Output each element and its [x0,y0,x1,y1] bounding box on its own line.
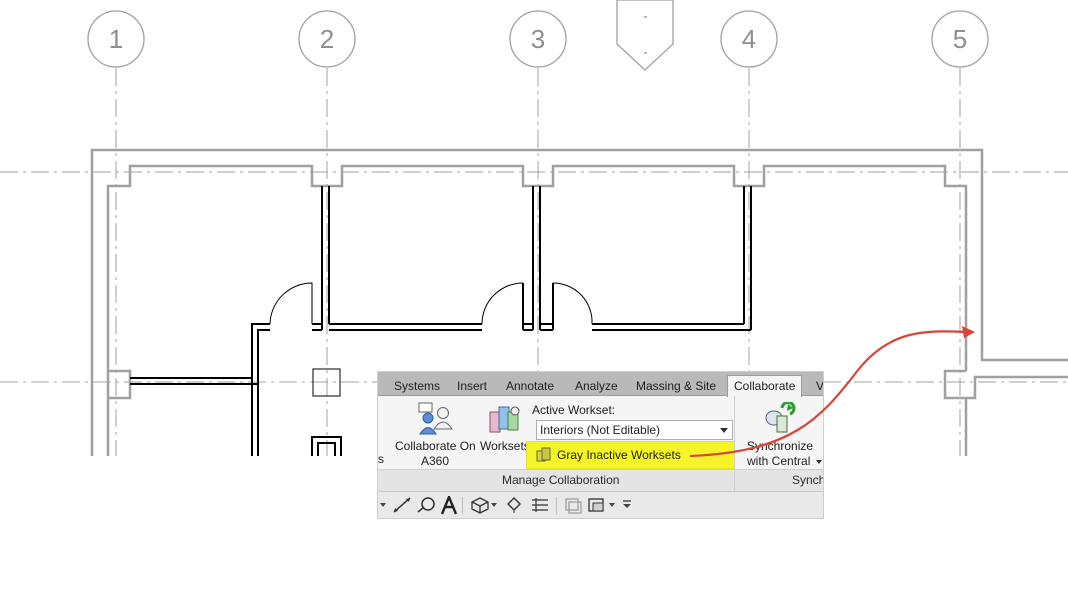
gray-inactive-worksets-label: Gray Inactive Worksets [557,448,681,462]
active-workset-value: Interiors (Not Editable) [540,423,661,437]
grid-label-1: 1 [109,24,123,54]
partial-button-label: s [378,452,384,466]
door-swings [269,282,593,325]
tab-annotate[interactable]: Annotate [505,377,555,395]
thin-lines-icon[interactable] [530,496,550,514]
synchronize-icon [765,402,796,433]
synchronize-label-line2: with Central [747,454,811,468]
tag-icon[interactable] [416,496,436,514]
close-hidden-icon[interactable] [563,496,583,514]
worksets-icon [489,406,520,433]
active-workset-dropdown[interactable]: Interiors (Not Editable) [536,420,733,440]
section-icon[interactable] [505,496,523,514]
collaborate-on-a360-button[interactable]: Collaborate On A360 [391,399,481,469]
worksets-label: Worksets [480,439,530,453]
switch-windows-icon[interactable] [587,496,607,514]
collaborate-on-a360-icon [418,402,453,435]
customize-qat-icon[interactable] [622,500,632,509]
worksets-button[interactable]: Worksets [479,399,531,469]
gray-inactive-worksets-icon [536,447,551,462]
text-icon[interactable] [440,496,458,516]
tab-insert[interactable]: Insert [456,377,488,395]
ribbon-tab-bar: Systems Insert Annotate Analyze Massing … [378,372,823,397]
tab-massing-site[interactable]: Massing & Site [635,377,717,395]
panel-title-separator [734,470,735,491]
grid-label-3: 3 [531,24,545,54]
chevron-down-icon[interactable] [609,503,615,508]
panel-title-bar: Manage Collaboration Synch [378,469,823,491]
active-workset-label: Active Workset: [532,403,616,417]
measure-icon[interactable] [392,496,412,514]
ribbon: Systems Insert Annotate Analyze Massing … [378,372,823,518]
grid-label-5: 5 [953,24,967,54]
elevation-tag-icon[interactable] [616,0,674,71]
gray-inactive-worksets-button[interactable]: Gray Inactive Worksets [526,441,735,469]
manage-collaboration-panel-title: Manage Collaboration [502,473,620,487]
collaborate-a360-label-line1: Collaborate On [395,439,476,453]
tab-collaborate[interactable]: Collaborate [727,375,803,397]
3d-view-icon[interactable] [470,496,490,514]
grid-label-2: 2 [320,24,334,54]
synchronize-dropdown-arrow-icon[interactable] [816,460,822,464]
collaborate-a360-label-line2: A360 [421,454,450,468]
quick-access-toolbar [378,491,823,518]
synchronize-with-central-button[interactable]: Synchronize with Central [744,399,823,469]
tab-systems[interactable]: Systems [393,377,441,395]
chevron-down-icon [720,428,728,433]
grid-label-4: 4 [742,24,756,54]
synchronize-label-line1: Synchronize [747,439,814,453]
synchronize-panel-title: Synch [792,473,823,487]
chevron-down-icon[interactable] [491,503,497,508]
tab-analyze[interactable]: Analyze [574,377,619,395]
chevron-down-icon[interactable] [380,503,386,508]
tab-view[interactable]: V [815,377,823,395]
